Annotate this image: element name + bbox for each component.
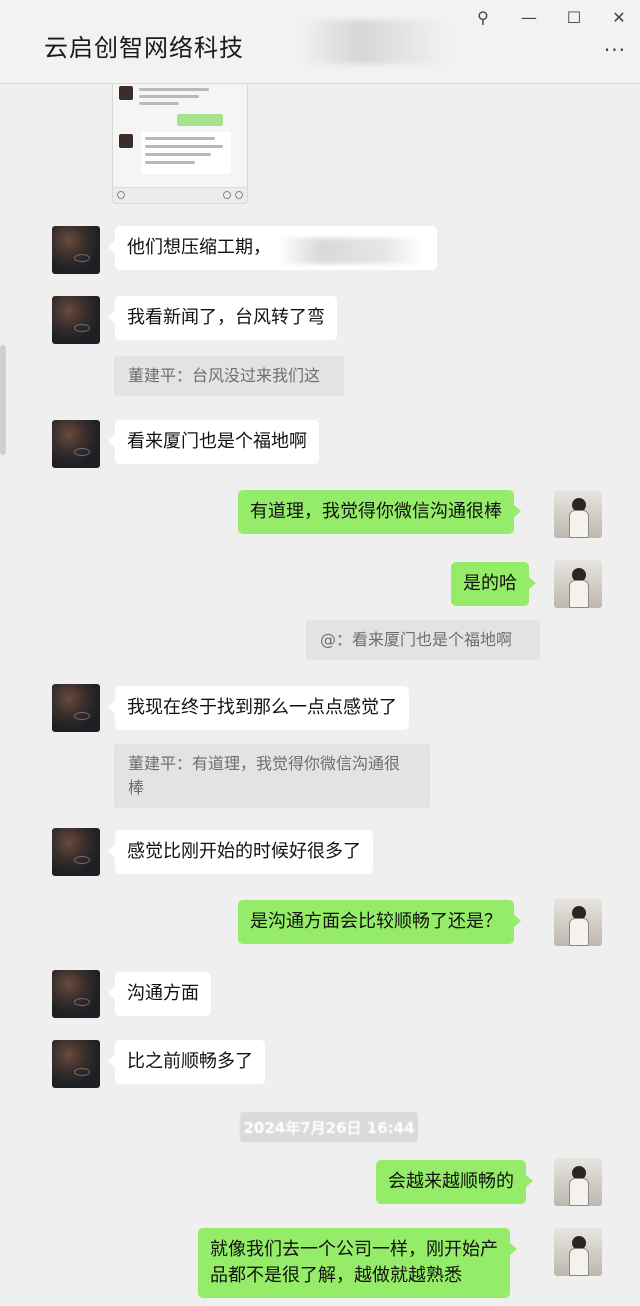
pin-icon[interactable]: ⚲ — [470, 4, 496, 30]
message-text: 有道理，我觉得你微信沟通很棒 — [250, 501, 502, 522]
message-text: 比之前顺畅多了 — [127, 1051, 253, 1072]
message-bubble[interactable]: 会越来越顺畅的 — [376, 1160, 533, 1204]
thumb-plus-icon — [235, 191, 243, 199]
avatar[interactable] — [554, 1158, 602, 1206]
window-titlebar: 云启创智网络科技 ⚲ — ☐ ✕ ··· — [0, 0, 640, 84]
thumb-avatar — [119, 86, 133, 100]
thumb-green-bubble — [177, 114, 223, 126]
message-bubble[interactable]: 就像我们去一个公司一样，刚开始产 品都不是很了解，越做就越熟悉 — [198, 1228, 517, 1298]
quote-text: 董建平：台风没过来我们这 — [128, 366, 321, 385]
message-text: 沟通方面 — [127, 983, 199, 1004]
thumb-text-line — [145, 161, 195, 164]
redacted-phone — [300, 20, 450, 64]
redacted-text — [278, 238, 422, 264]
quote-text: @：看来厦门也是个福地啊 — [320, 630, 513, 649]
close-icon[interactable]: ✕ — [606, 4, 632, 30]
avatar[interactable] — [554, 898, 602, 946]
quoted-reply[interactable]: 董建平：有道理，我觉得你微信沟通很 棒 — [114, 744, 430, 808]
quote-text: 董建平：有道理，我觉得你微信沟通很 — [128, 754, 401, 773]
thumb-emoji-icon — [223, 191, 231, 199]
message-text: 品都不是很了解，越做就越熟悉 — [210, 1265, 462, 1286]
avatar[interactable] — [52, 296, 100, 344]
more-icon[interactable]: ··· — [604, 38, 626, 62]
quoted-reply[interactable]: 董建平：台风没过来我们这 — [114, 356, 344, 396]
message-text: 是的哈 — [463, 573, 517, 594]
message-bubble[interactable]: 是的哈 — [451, 562, 536, 606]
message-bubble[interactable]: 有道理，我觉得你微信沟通很棒 — [238, 490, 521, 534]
thumb-text-line — [145, 153, 211, 156]
thumb-text-line — [145, 145, 223, 148]
message-bubble[interactable]: 我现在终于找到那么一点点感觉了 — [108, 686, 409, 730]
message-bubble[interactable]: 比之前顺畅多了 — [108, 1040, 265, 1084]
avatar[interactable] — [554, 1228, 602, 1276]
quote-text: 棒 — [128, 778, 145, 797]
avatar[interactable] — [52, 226, 100, 274]
thumb-voice-icon — [117, 191, 125, 199]
thumb-text-line — [145, 137, 215, 140]
chat-title: 云启创智网络科技 — [44, 34, 244, 62]
message-bubble[interactable]: 感觉比刚开始的时候好很多了 — [108, 830, 373, 874]
avatar[interactable] — [52, 420, 100, 468]
avatar[interactable] — [554, 490, 602, 538]
avatar[interactable] — [52, 970, 100, 1018]
message-text: 我看新闻了，台风转了弯 — [127, 307, 325, 328]
scrollbar[interactable] — [0, 345, 6, 455]
message-text: 他们想压缩工期， — [127, 237, 271, 258]
message-bubble[interactable]: 沟通方面 — [108, 972, 211, 1016]
avatar[interactable] — [52, 828, 100, 876]
maximize-icon[interactable]: ☐ — [561, 4, 587, 30]
avatar[interactable] — [52, 1040, 100, 1088]
message-bubble[interactable]: 看来厦门也是个福地啊 — [108, 420, 319, 464]
quoted-reply[interactable]: @：看来厦门也是个福地啊 — [306, 620, 540, 660]
thumb-text-line — [139, 88, 209, 91]
message-text: 我现在终于找到那么一点点感觉了 — [127, 697, 397, 718]
message-bubble[interactable]: 是沟通方面会比较顺畅了还是？ — [238, 900, 521, 944]
message-text: 感觉比刚开始的时候好很多了 — [127, 841, 361, 862]
message-text: 是沟通方面会比较顺畅了还是？ — [250, 911, 502, 932]
message-text: 看来厦门也是个福地啊 — [127, 431, 307, 452]
avatar[interactable] — [52, 684, 100, 732]
timestamp: 2024年7月26日 16:44 — [240, 1112, 418, 1142]
chat-history-thumbnail[interactable] — [112, 84, 248, 204]
thumb-text-line — [139, 95, 199, 98]
message-bubble[interactable]: 我看新闻了，台风转了弯 — [108, 296, 337, 340]
thumb-input-bar — [113, 187, 247, 203]
message-text: 就像我们去一个公司一样，刚开始产 — [210, 1239, 498, 1260]
thumb-avatar — [119, 134, 133, 148]
minimize-icon[interactable]: — — [516, 4, 542, 30]
message-text: 会越来越顺畅的 — [388, 1171, 514, 1192]
avatar[interactable] — [554, 560, 602, 608]
thumb-text-line — [139, 102, 179, 105]
